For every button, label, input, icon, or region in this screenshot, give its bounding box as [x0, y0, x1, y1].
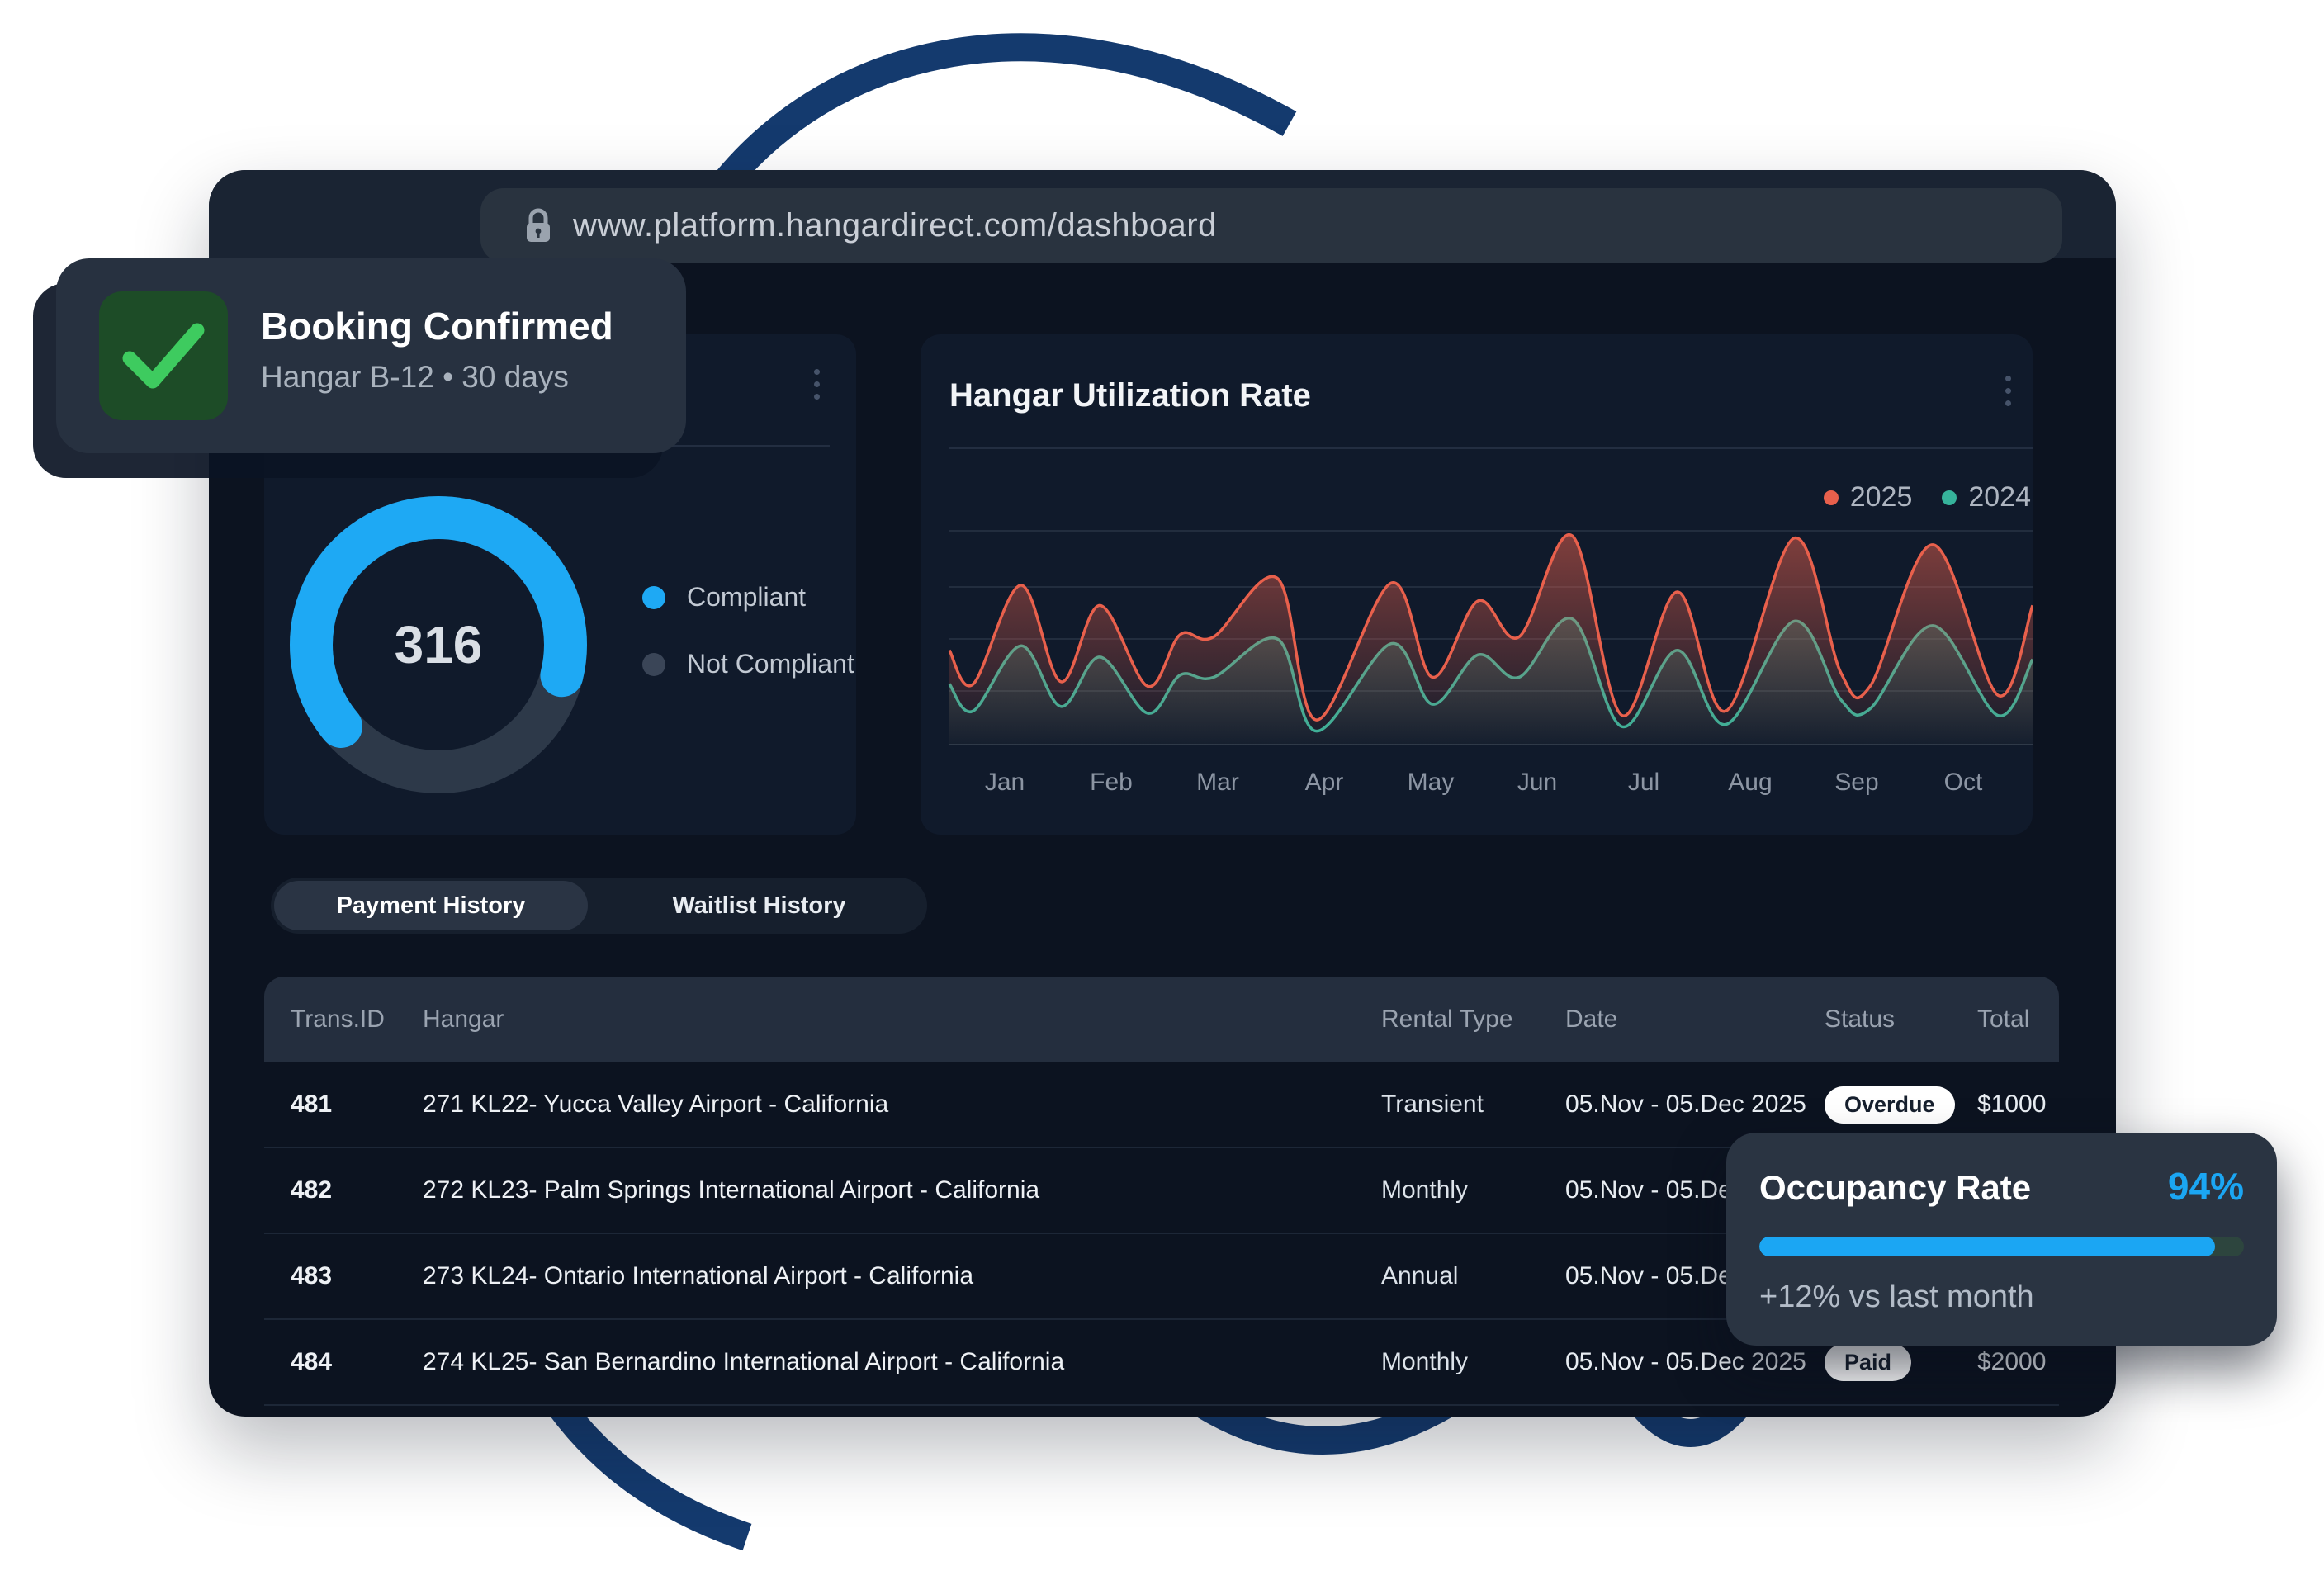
- legend-dot-icon: [642, 586, 665, 609]
- cell-id: 483: [291, 1262, 423, 1290]
- total-cell: $2000: [1977, 1348, 2059, 1376]
- address-bar[interactable]: www.platform.hangardirect.com/dashboard: [480, 188, 2062, 263]
- x-axis-label: Aug: [1728, 769, 1772, 796]
- cell-id: 481: [291, 1091, 423, 1119]
- utilization-card: Hangar Utilization Rate 20252024 JanFebM…: [921, 334, 2033, 835]
- tab-payment-history[interactable]: Payment History: [274, 881, 588, 930]
- column-header: Hangar: [423, 1005, 1381, 1034]
- occupancy-value: 94%: [2168, 1164, 2244, 1209]
- column-header: Total: [1977, 1005, 2059, 1034]
- x-axis-label: May: [1408, 769, 1455, 796]
- status-badge: Overdue: [1825, 1086, 1955, 1124]
- cell-rental: Monthly: [1381, 1348, 1565, 1376]
- x-axis-label: Sep: [1834, 769, 1878, 796]
- column-header: Status: [1825, 1005, 1977, 1034]
- lock-icon: [522, 206, 555, 245]
- status-cell: Paid: [1825, 1344, 1977, 1381]
- cell-hangar: 273 KL24- Ontario International Airport …: [423, 1262, 1381, 1290]
- compliance-donut-chart: 316: [290, 496, 587, 793]
- cell-date: 05.Nov - 05.Dec 2025: [1565, 1091, 1825, 1119]
- cell-hangar: 274 KL25- San Bernardino International A…: [423, 1348, 1381, 1376]
- status-cell: Overdue: [1825, 1086, 1977, 1124]
- column-header: Trans.ID: [291, 1005, 423, 1034]
- column-header: Rental Type: [1381, 1005, 1565, 1034]
- x-axis-label: Jun: [1517, 769, 1557, 796]
- x-axis-label: Jul: [1628, 769, 1659, 796]
- success-check-icon: [99, 291, 228, 420]
- url-text: www.platform.hangardirect.com/dashboard: [573, 207, 1217, 244]
- browser-navbar: www.platform.hangardirect.com/dashboard: [209, 170, 2116, 258]
- booking-toast: Booking Confirmed Hangar B-12 • 30 days: [56, 258, 686, 453]
- occupancy-progress-track: [1759, 1237, 2244, 1256]
- x-axis-label: Mar: [1196, 769, 1239, 796]
- legend-dot-icon: [642, 653, 665, 676]
- occupancy-delta: +12% vs last month: [1759, 1280, 2244, 1315]
- compliance-card-menu-button[interactable]: [809, 364, 825, 405]
- status-badge: Paid: [1825, 1344, 1911, 1381]
- x-axis-label: Jan: [985, 769, 1025, 796]
- x-axis-label: Apr: [1305, 769, 1344, 796]
- compliance-legend: Compliant Not Compliant: [642, 582, 854, 679]
- occupancy-title: Occupancy Rate: [1759, 1168, 2031, 1208]
- x-axis-label: Oct: [1944, 769, 1983, 796]
- legend-label: Not Compliant: [687, 649, 854, 679]
- tab-waitlist-history[interactable]: Waitlist History: [591, 878, 927, 934]
- history-tabs: Payment HistoryWaitlist History: [271, 878, 927, 934]
- cell-rental: Transient: [1381, 1091, 1565, 1119]
- toast-subtitle: Hangar B-12 • 30 days: [261, 360, 613, 395]
- screenshot-stage: www.platform.hangardirect.com/dashboard …: [0, 0, 2324, 1585]
- toast-text: Booking Confirmed Hangar B-12 • 30 days: [261, 305, 613, 395]
- cell-rental: Monthly: [1381, 1176, 1565, 1204]
- cell-id: 482: [291, 1176, 423, 1204]
- cell-id: 484: [291, 1348, 423, 1376]
- column-header: Date: [1565, 1005, 1825, 1034]
- compliance-legend-item: Not Compliant: [642, 649, 854, 679]
- legend-label: Compliant: [687, 582, 806, 613]
- utilization-area-chart: Jan Feb Mar Apr May Jun Jul Aug Sep Oct: [921, 334, 2033, 835]
- toast-title: Booking Confirmed: [261, 305, 613, 348]
- cell-date: 05.Nov - 05.Dec 2025: [1565, 1348, 1825, 1376]
- occupancy-progress-fill: [1759, 1237, 2215, 1256]
- cell-hangar: 271 KL22- Yucca Valley Airport - Califor…: [423, 1091, 1381, 1119]
- cell-rental: Annual: [1381, 1262, 1565, 1290]
- table-header-row: Trans.IDHangarRental TypeDateStatusTotal: [264, 977, 2059, 1062]
- x-axis-label: Feb: [1090, 769, 1133, 796]
- cell-hangar: 272 KL23- Palm Springs International Air…: [423, 1176, 1381, 1204]
- total-cell: $1000: [1977, 1091, 2059, 1119]
- donut-center-value: 316: [290, 496, 587, 793]
- compliance-legend-item: Compliant: [642, 582, 854, 613]
- occupancy-card: Occupancy Rate 94% +12% vs last month: [1726, 1133, 2277, 1346]
